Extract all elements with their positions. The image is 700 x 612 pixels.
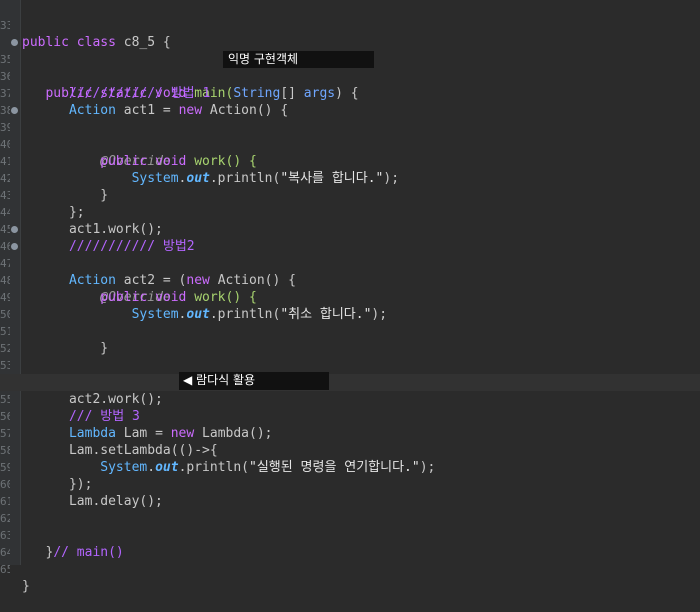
- code-line[interactable]: 48 public void work() {: [0, 255, 700, 305]
- code-editor[interactable]: 33 public class c8_5 { 35 public static …: [0, 0, 700, 594]
- code-line[interactable]: 40 public void work() {: [0, 119, 700, 169]
- code-line[interactable]: 39 @Override: [0, 102, 700, 169]
- code-line[interactable]: 47 @Override: [0, 238, 700, 305]
- code-line[interactable]: 51 }: [0, 306, 700, 356]
- code-line[interactable]: 33 public class c8_5 {: [0, 0, 700, 50]
- fold-toggle-icon[interactable]: [11, 226, 18, 233]
- fold-toggle-icon[interactable]: [11, 243, 18, 250]
- code-line[interactable]: 45 /////////// 방법2: [0, 204, 700, 254]
- code-line[interactable]: 59 });: [0, 442, 700, 492]
- code-line[interactable]: 61: [0, 476, 700, 508]
- code-line[interactable]: 57 Lam.setLambda(()->{: [0, 408, 700, 458]
- line-number: 65: [0, 563, 10, 576]
- code-line[interactable]: 49 System.out.println("취소 합니다.");: [0, 272, 700, 322]
- code-line[interactable]: 60 Lam.delay();: [0, 459, 700, 509]
- code-line[interactable]: 64: [0, 527, 700, 559]
- code-line[interactable]: 38: [0, 85, 700, 117]
- code-line[interactable]: 58 System.out.println("실행된 명령을 연기합니다.");: [0, 425, 700, 475]
- code-line[interactable]: 35 public static void main(String[] args…: [0, 34, 700, 101]
- code-line[interactable]: 63 }// main(): [0, 510, 700, 560]
- code-line[interactable]: 50: [0, 289, 700, 321]
- annotation-method1: 익명 구현객체: [228, 52, 299, 66]
- code-line[interactable]: 44 act1.work();: [0, 187, 700, 237]
- fold-toggle-icon[interactable]: [11, 107, 18, 114]
- code-line[interactable]: 62: [0, 493, 700, 525]
- annotation-method3: ◀ 람다식 활용: [183, 373, 256, 387]
- code-line[interactable]: 37 Action act1 = new Action() {: [0, 68, 700, 118]
- fold-toggle-icon[interactable]: [11, 39, 18, 46]
- code-line[interactable]: 52: [0, 323, 700, 355]
- code-line[interactable]: 43 };: [0, 170, 700, 220]
- code-line[interactable]: 56 Lambda Lam = new Lambda();: [0, 391, 700, 441]
- code-line[interactable]: 42 }: [0, 153, 700, 203]
- code-line[interactable]: 65 }: [0, 544, 700, 594]
- code-line[interactable]: 54 act2.work();: [0, 357, 700, 407]
- code-line[interactable]: 46 Action act2 = (new Action() {: [0, 221, 700, 288]
- code-text: }: [22, 579, 30, 594]
- code-line[interactable]: 53 });: [0, 340, 700, 390]
- line-number: 33: [0, 19, 10, 32]
- code-line[interactable]: 41 System.out.println("복사를 합니다.");: [0, 136, 700, 186]
- code-line-current[interactable]: 55 /// 방법 3: [0, 374, 700, 424]
